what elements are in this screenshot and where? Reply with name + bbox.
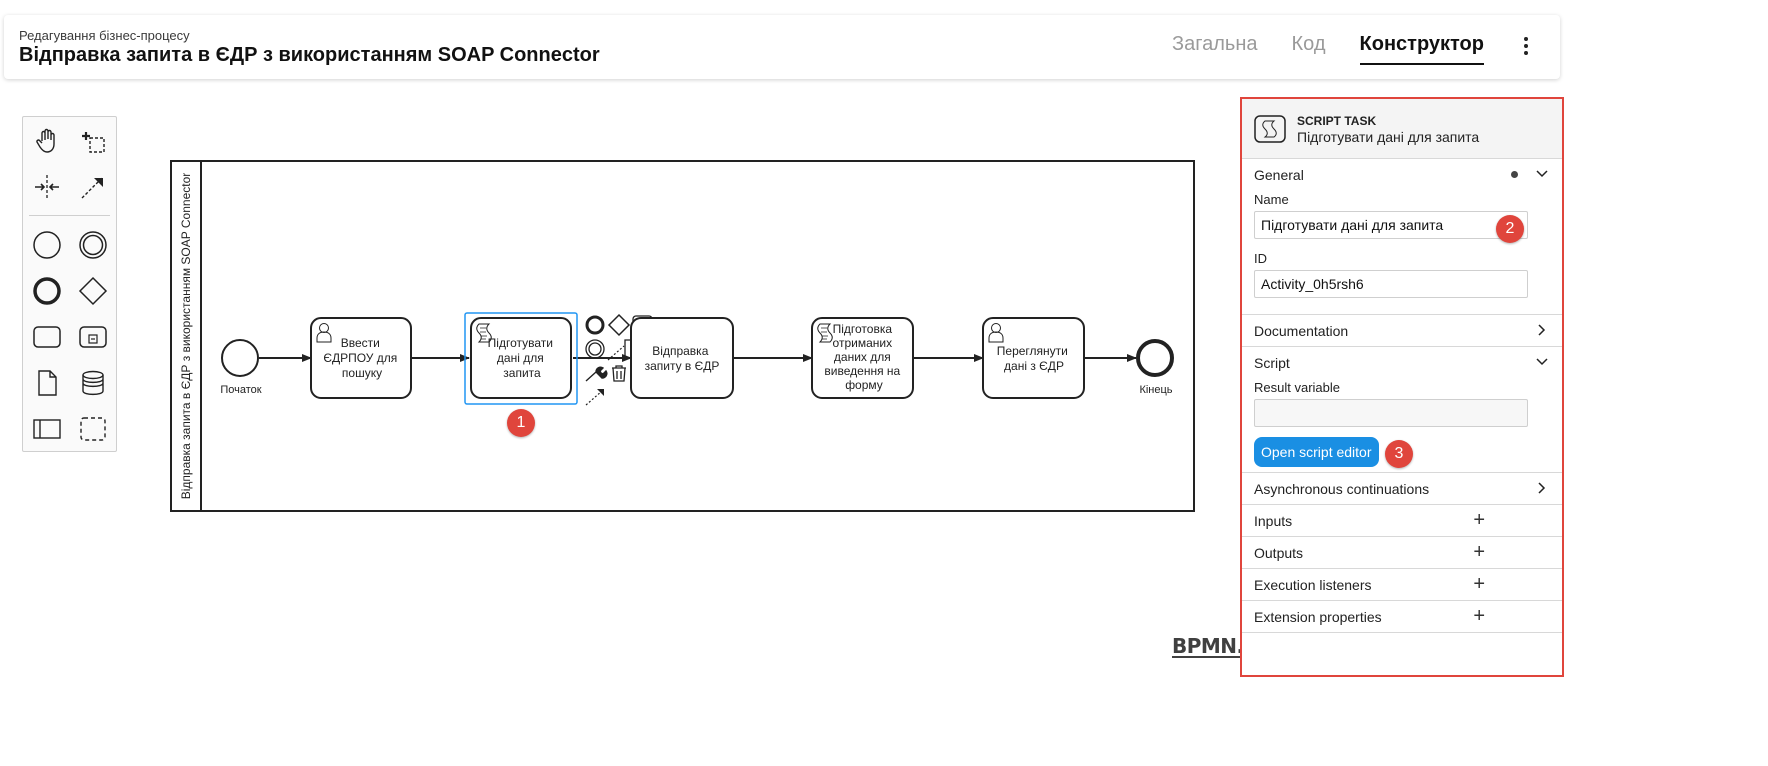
svg-text:Відправка запиту в ЄДР: Відправка запиту в ЄДР	[645, 344, 720, 373]
group-execution-listeners-title: Execution listeners	[1254, 576, 1372, 593]
tab-constructor[interactable]: Конструктор	[1359, 33, 1484, 65]
group-extension-properties-title: Extension properties	[1254, 608, 1382, 625]
data-indicator-dot	[1511, 171, 1518, 178]
script-task-icon	[1254, 115, 1286, 143]
group-inputs: Inputs +	[1242, 505, 1562, 537]
group-async: Asynchronous continuations	[1242, 473, 1562, 505]
annotation-badge-2: 2	[1496, 215, 1524, 243]
group-async-header[interactable]: Asynchronous continuations	[1242, 473, 1562, 504]
id-input[interactable]: Activity_0h5rsh6	[1254, 270, 1528, 298]
group-outputs-title: Outputs	[1254, 544, 1304, 561]
task-1-line-3: пошуку	[342, 366, 382, 380]
task-4-line-5: форму	[845, 378, 883, 392]
group-execution-listeners-header[interactable]: Execution listeners +	[1242, 569, 1562, 600]
page-title: Відправка запита в ЄДР з використанням S…	[19, 44, 600, 66]
name-input[interactable]: Підготувати дані для запита	[1254, 211, 1528, 239]
task-prepare-received-data[interactable]: Підготовка отриманих даних для виведення…	[811, 317, 914, 399]
result-variable-label: Result variable	[1254, 380, 1340, 395]
properties-panel: SCRIPT TASK Підготувати дані для запита …	[1240, 97, 1564, 677]
task-enter-edrpou[interactable]: Ввести ЄДРПОУ для пошуку	[310, 317, 412, 399]
add-output-icon[interactable]: +	[1473, 542, 1485, 562]
group-async-title: Asynchronous continuations	[1254, 480, 1430, 497]
task-1-line-1: Ввести	[341, 336, 380, 350]
group-documentation-header[interactable]: Documentation	[1242, 315, 1562, 346]
group-general-title: General	[1254, 166, 1304, 183]
bpmn-canvas[interactable]: Відправка запита в ЄДР з використанням S…	[0, 95, 1240, 766]
task-2-line-3: запита	[503, 366, 541, 380]
element-type: SCRIPT TASK	[1297, 114, 1377, 128]
group-documentation: Documentation	[1242, 315, 1562, 347]
task-view-data[interactable]: Переглянути дані з ЄДР	[982, 317, 1085, 399]
pool-label: Відправка запита в ЄДР з використанням S…	[179, 173, 193, 500]
svg-text:Переглянути дані з ЄДР: Переглянути дані з ЄДР	[997, 344, 1071, 373]
task-4-line-4: виведення на	[824, 364, 900, 378]
annotation-badge-1: 1	[507, 409, 535, 437]
panel-header: SCRIPT TASK Підготувати дані для запита	[1242, 99, 1562, 159]
result-variable-input[interactable]	[1254, 399, 1528, 427]
start-event[interactable]	[221, 339, 259, 377]
group-script-title: Script	[1254, 354, 1290, 371]
task-5-line-2: дані з ЄДР	[1004, 359, 1064, 373]
chevron-down-icon	[1536, 358, 1548, 366]
task-4-line-3: даних для	[834, 350, 891, 364]
chevron-right-icon	[1538, 482, 1546, 494]
page-header: Редагування бізнес-процесу Відправка зап…	[4, 15, 1560, 79]
element-name: Підготувати дані для запита	[1297, 129, 1480, 145]
task-1-line-2: ЄДРПОУ для	[323, 351, 397, 365]
group-extension-properties: Extension properties +	[1242, 601, 1562, 633]
name-label: Name	[1254, 192, 1289, 207]
task-3-line-2: запиту в ЄДР	[645, 359, 720, 373]
task-5-line-1: Переглянути	[997, 344, 1068, 358]
task-3-line-1: Відправка	[652, 344, 708, 358]
annotation-badge-3: 3	[1385, 440, 1413, 468]
tab-general[interactable]: Загальна	[1172, 33, 1257, 65]
group-execution-listeners: Execution listeners +	[1242, 569, 1562, 601]
task-2-line-1: Підготувати	[488, 336, 553, 350]
task-send-request[interactable]: Відправка запиту в ЄДР	[630, 317, 734, 399]
page-subtitle: Редагування бізнес-процесу	[19, 28, 190, 43]
add-input-icon[interactable]: +	[1473, 510, 1485, 530]
group-inputs-header[interactable]: Inputs +	[1242, 505, 1562, 536]
tab-bar: Загальна Код Конструктор	[1172, 33, 1484, 65]
tab-code[interactable]: Код	[1292, 33, 1326, 65]
task-prepare-data[interactable]: Підготувати дані для запита	[464, 312, 578, 405]
task-4-line-1: Підготовка	[833, 322, 893, 336]
group-script-header[interactable]: Script	[1242, 347, 1562, 378]
group-extension-properties-header[interactable]: Extension properties +	[1242, 601, 1562, 632]
chevron-down-icon	[1536, 170, 1548, 178]
task-4-line-2: отриманих	[833, 336, 893, 350]
group-outputs: Outputs +	[1242, 537, 1562, 569]
end-event[interactable]	[1136, 339, 1174, 377]
group-general-header[interactable]: General	[1242, 159, 1562, 190]
end-event-label: Кінець	[1139, 384, 1172, 396]
group-documentation-title: Documentation	[1254, 322, 1349, 339]
more-menu-icon[interactable]	[1520, 37, 1532, 59]
add-execution-listener-icon[interactable]: +	[1473, 574, 1485, 594]
group-inputs-title: Inputs	[1254, 512, 1293, 529]
start-event-label: Початок	[220, 384, 261, 396]
task-2-line-2: дані для	[497, 351, 544, 365]
add-extension-property-icon[interactable]: +	[1473, 606, 1485, 626]
chevron-right-icon	[1538, 324, 1546, 336]
open-script-editor-button[interactable]: Open script editor	[1254, 437, 1379, 467]
group-outputs-header[interactable]: Outputs +	[1242, 537, 1562, 568]
id-label: ID	[1254, 251, 1267, 266]
